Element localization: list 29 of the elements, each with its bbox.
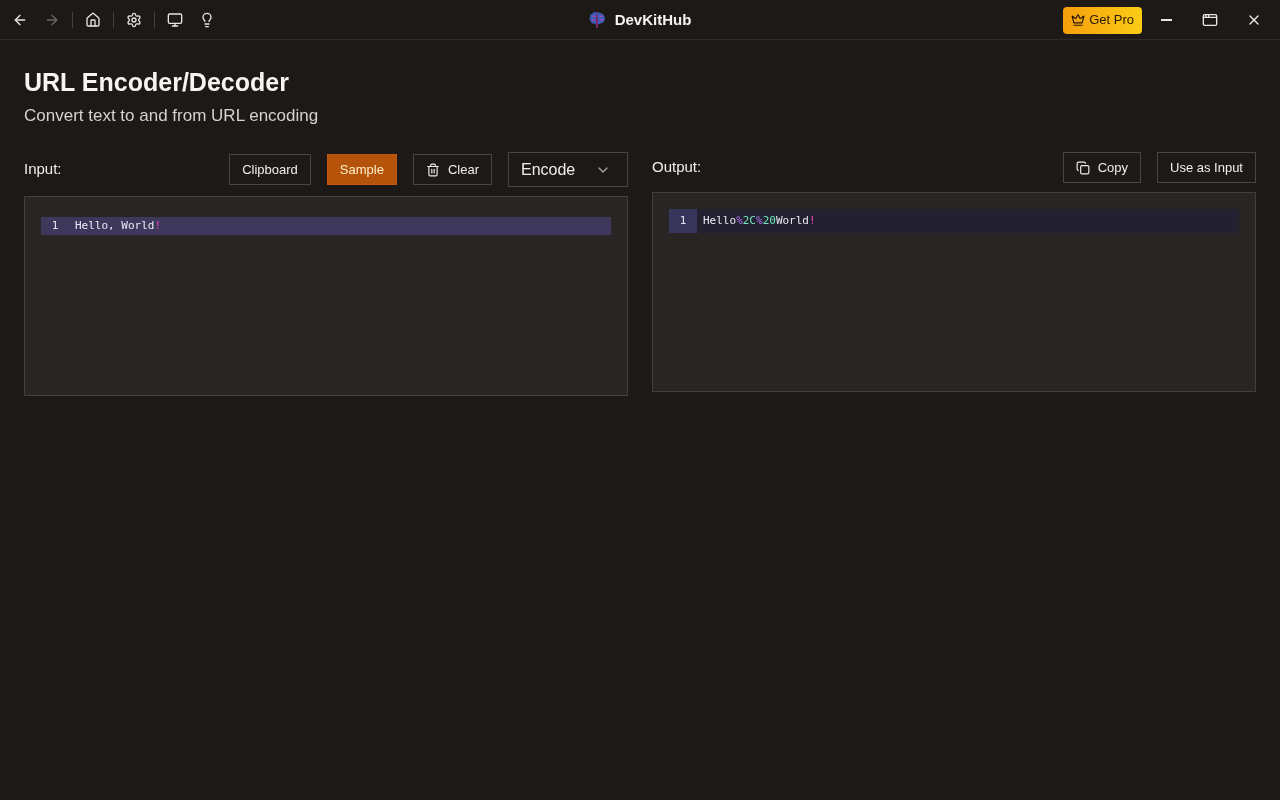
copy-icon [1075, 160, 1090, 175]
line-number: 1 [669, 209, 697, 233]
minimize-icon [1160, 19, 1172, 21]
lightbulb-icon [199, 12, 215, 28]
page-title: URL Encoder/Decoder [24, 67, 290, 98]
code-text: Hello, World! [74, 217, 162, 234]
mode-select[interactable]: Encode [508, 152, 628, 187]
toolbar-button[interactable]: Use as Input [1157, 152, 1256, 183]
trash-icon [425, 162, 440, 177]
brain-icon [588, 12, 605, 28]
line-number: 1 [50, 217, 60, 234]
code-text: Hello%2C%20World! [702, 212, 816, 229]
app-title: DevKitHub [614, 9, 692, 30]
maximize-icon [1202, 12, 1218, 28]
crown-icon [1071, 13, 1086, 27]
arrow-right-icon [44, 12, 60, 28]
toolbar-button[interactable]: Clear [412, 154, 492, 185]
sample-button[interactable]: Sample [326, 154, 397, 185]
house-icon [85, 12, 101, 28]
settings-icon [126, 12, 142, 28]
page-subtitle: Convert text to and from URL encoding [24, 105, 320, 127]
input-editor[interactable]: 1 Hello, World! [24, 196, 628, 396]
toolbar-button[interactable]: Clipboard [229, 154, 311, 185]
output-editor[interactable]: 1 Hello%2C%20World! [652, 192, 1256, 392]
monitor-icon [167, 12, 183, 28]
input-label: Input: [24, 159, 63, 180]
toolbar-button[interactable]: Copy [1062, 152, 1141, 183]
get-pro-button[interactable]: Get Pro [1063, 6, 1142, 34]
output-label: Output: [652, 157, 703, 178]
